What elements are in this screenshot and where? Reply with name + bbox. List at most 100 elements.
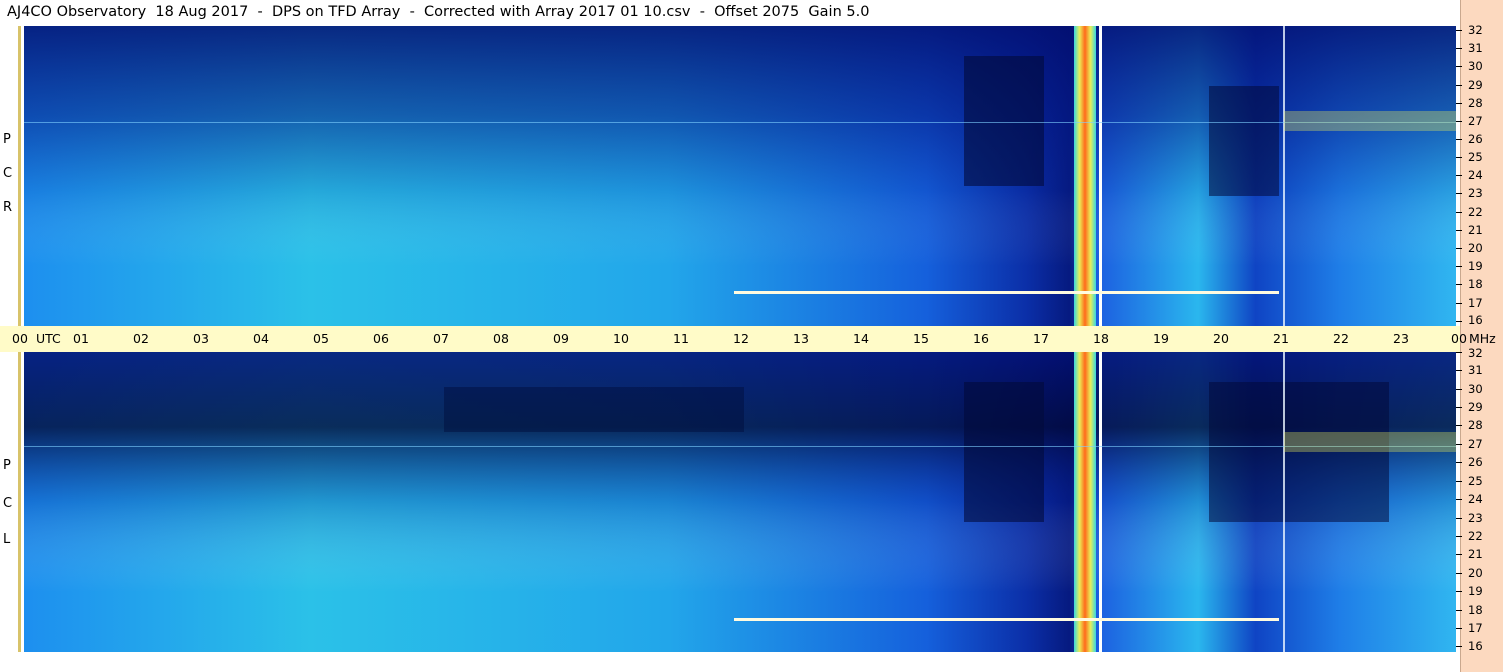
freq-tick-label: 32 (1468, 346, 1483, 360)
time-unit-label: UTC (36, 331, 61, 346)
freq-tick-label: 20 (1468, 566, 1483, 580)
freq-tick (1456, 212, 1462, 213)
freq-tick (1456, 518, 1462, 519)
freq-tick (1456, 103, 1462, 104)
freq-tick (1456, 444, 1462, 445)
freq-tick (1456, 193, 1462, 194)
freq-tick-label: 30 (1468, 59, 1483, 73)
rcp-letter-3: R (3, 200, 13, 215)
time-label: 19 (1153, 331, 1169, 346)
freq-tick (1456, 370, 1462, 371)
time-label: 00 (1451, 331, 1467, 346)
freq-tick (1456, 48, 1462, 49)
freq-tick-label: 17 (1468, 621, 1483, 635)
freq-tick (1456, 352, 1462, 353)
freq-tick-label: 26 (1468, 455, 1483, 469)
freq-tick-label: 25 (1468, 150, 1483, 164)
freq-tick-label: 32 (1468, 23, 1483, 37)
lcp-letter-2: C (3, 496, 13, 511)
freq-tick-label: 21 (1468, 547, 1483, 561)
rcp-frequency-axis: 32 31 30 29 28 27 26 25 24 23 22 21 20 1… (1456, 23, 1503, 326)
freq-tick (1456, 536, 1462, 537)
time-label: 15 (913, 331, 929, 346)
freq-tick-label: 16 (1468, 639, 1483, 653)
freq-tick (1456, 321, 1462, 322)
time-label: 09 (553, 331, 569, 346)
freq-tick (1456, 230, 1462, 231)
time-label: 07 (433, 331, 449, 346)
lcp-frequency-axis: 32 31 30 29 28 27 26 25 24 23 22 21 20 1… (1456, 347, 1503, 653)
freq-tick-label: 18 (1468, 603, 1483, 617)
time-label: 03 (193, 331, 209, 346)
time-label: 10 (613, 331, 629, 346)
freq-tick-label: 22 (1468, 529, 1483, 543)
time-label: 05 (313, 331, 329, 346)
freq-tick (1456, 407, 1462, 408)
time-label: 16 (973, 331, 989, 346)
time-label: 17 (1033, 331, 1049, 346)
freq-tick (1456, 573, 1462, 574)
freq-tick (1456, 248, 1462, 249)
freq-tick-label: 19 (1468, 259, 1483, 273)
freq-tick (1456, 499, 1462, 500)
freq-tick (1456, 85, 1462, 86)
time-label: 00 (12, 331, 28, 346)
lcp-edge-marker (18, 352, 21, 652)
freq-tick (1456, 646, 1462, 647)
rcp-letter-2: C (3, 166, 13, 181)
lcp-spectrogram-image (24, 352, 1456, 652)
rcp-letter-1: P (3, 132, 11, 147)
lcp-label-strip: P C L (0, 352, 24, 652)
time-label: 12 (733, 331, 749, 346)
time-label: 13 (793, 331, 809, 346)
freq-tick-label: 20 (1468, 241, 1483, 255)
time-label: 22 (1333, 331, 1349, 346)
freq-tick-label: 25 (1468, 474, 1483, 488)
freq-tick-label: 18 (1468, 277, 1483, 291)
freq-tick (1456, 175, 1462, 176)
freq-tick (1456, 139, 1462, 140)
frequency-unit-label: MHz (1469, 331, 1496, 346)
time-label: 11 (673, 331, 689, 346)
freq-tick-label: 24 (1468, 492, 1483, 506)
freq-tick (1456, 389, 1462, 390)
freq-tick (1456, 462, 1462, 463)
freq-tick (1456, 481, 1462, 482)
freq-tick-label: 27 (1468, 437, 1483, 451)
lcp-spectrogram (24, 352, 1456, 652)
freq-tick (1456, 610, 1462, 611)
time-label: 04 (253, 331, 269, 346)
time-label: 18 (1093, 331, 1109, 346)
time-label: 08 (493, 331, 509, 346)
lcp-letter-1: P (3, 458, 11, 473)
time-axis: 00 UTC 01 02 03 04 05 06 07 08 09 10 11 … (0, 326, 1496, 352)
time-label: 14 (853, 331, 869, 346)
rcp-spectrogram-image (24, 26, 1456, 326)
freq-tick-label: 30 (1468, 382, 1483, 396)
freq-tick-label: 28 (1468, 418, 1483, 432)
rcp-edge-marker (18, 26, 21, 326)
freq-tick (1456, 303, 1462, 304)
freq-tick-label: 24 (1468, 168, 1483, 182)
time-label: 21 (1273, 331, 1289, 346)
freq-tick (1456, 628, 1462, 629)
time-label: 01 (73, 331, 89, 346)
rcp-spectrogram (24, 26, 1456, 326)
freq-tick-label: 31 (1468, 363, 1483, 377)
freq-tick-label: 17 (1468, 296, 1483, 310)
freq-tick-label: 28 (1468, 96, 1483, 110)
freq-tick-label: 21 (1468, 223, 1483, 237)
title-bar: AJ4CO Observatory 18 Aug 2017 - DPS on T… (0, 0, 1460, 26)
freq-tick (1456, 121, 1462, 122)
freq-tick-label: 27 (1468, 114, 1483, 128)
freq-tick (1456, 591, 1462, 592)
freq-tick-label: 29 (1468, 78, 1483, 92)
time-label: 06 (373, 331, 389, 346)
freq-tick-label: 29 (1468, 400, 1483, 414)
freq-tick-label: 19 (1468, 584, 1483, 598)
freq-tick (1456, 425, 1462, 426)
rcp-label-strip: P C R (0, 26, 24, 326)
freq-tick-label: 22 (1468, 205, 1483, 219)
freq-tick (1456, 157, 1462, 158)
time-label: 23 (1393, 331, 1409, 346)
